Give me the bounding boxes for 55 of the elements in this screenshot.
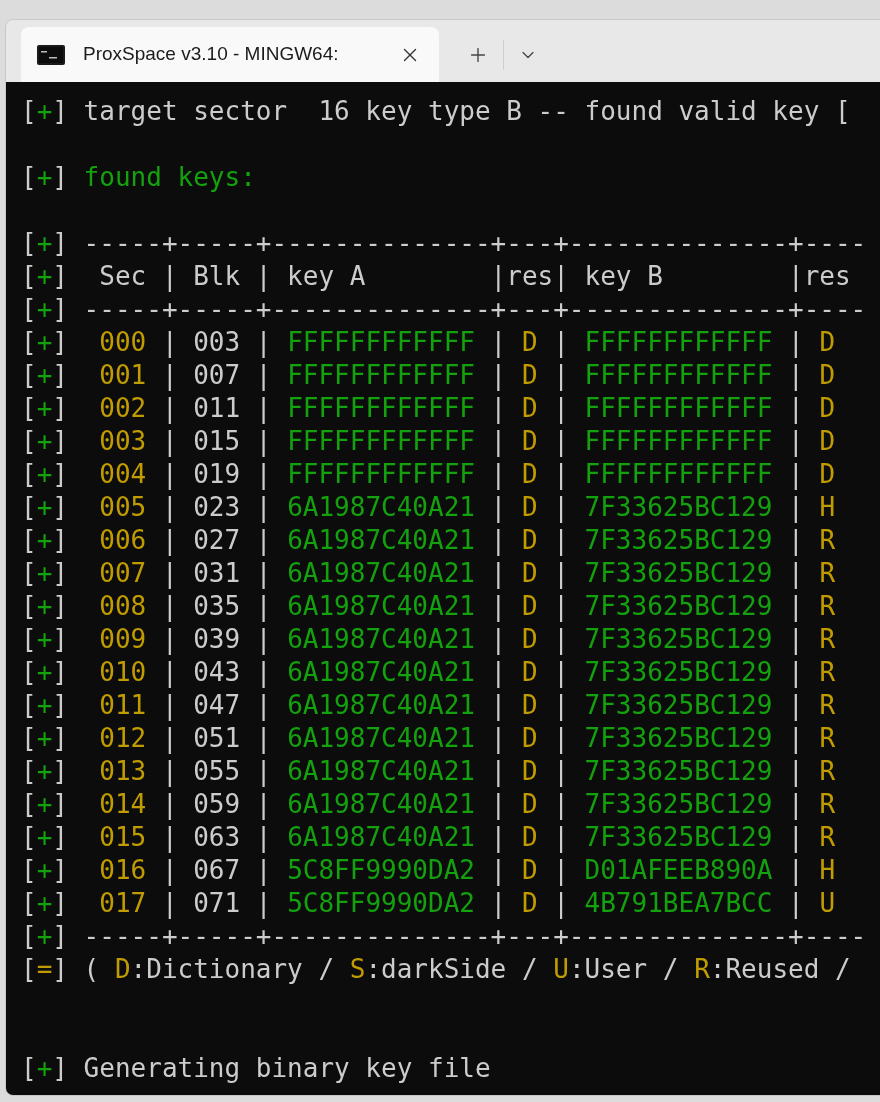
output-line: 013 | 055 | 6A1987C40A21 | D | 7F33625BC129 | R	[98, 755, 836, 788]
status-marker: [+]	[21, 656, 68, 689]
output-line: target sector 16 key type B -- found valid key [	[83, 95, 851, 128]
status-marker: [+]	[21, 359, 68, 392]
status-marker: [+]	[21, 887, 68, 920]
status-marker: [+]	[21, 326, 68, 359]
output-line: 016 | 067 | 5C8FF9990DA2 | D | D01AFEEB890A | H	[98, 854, 836, 887]
status-marker: [+]	[21, 854, 68, 887]
output-line: found keys:	[83, 161, 256, 194]
status-marker: [+]	[21, 722, 68, 755]
status-marker: [=]	[21, 953, 68, 986]
output-line: 008 | 035 | 6A1987C40A21 | D | 7F33625BC129 | R	[98, 590, 836, 623]
status-marker: [+]	[21, 821, 68, 854]
output-line: 010 | 043 | 6A1987C40A21 | D | 7F33625BC129 | R	[98, 656, 836, 689]
status-marker: [+]	[21, 590, 68, 623]
output-line: 002 | 011 | FFFFFFFFFFFF | D | FFFFFFFFFFFF | D	[98, 392, 836, 425]
status-marker: [+]	[21, 293, 68, 326]
output-line: -----+-----+--------------+---+--------------+----	[83, 920, 867, 953]
output-line: 009 | 039 | 6A1987C40A21 | D | 7F33625BC129 | R	[98, 623, 836, 656]
output-line: 004 | 019 | FFFFFFFFFFFF | D | FFFFFFFFFFFF | D	[98, 458, 836, 491]
status-marker: [+]	[21, 920, 68, 953]
output-line: 014 | 059 | 6A1987C40A21 | D | 7F33625BC129 | R	[98, 788, 836, 821]
status-marker: [+]	[21, 491, 68, 524]
output-line: 003 | 015 | FFFFFFFFFFFF | D | FFFFFFFFFFFF | D	[98, 425, 836, 458]
output-line: 000 | 003 | FFFFFFFFFFFF | D | FFFFFFFFFFFF | D	[98, 326, 836, 359]
status-marker: [+]	[21, 227, 68, 260]
status-marker: [+]	[21, 260, 68, 293]
output-line: 015 | 063 | 6A1987C40A21 | D | 7F33625BC129 | R	[98, 821, 836, 854]
output-line: Sec | Blk | key A |res| key B |res	[98, 260, 851, 293]
output-line: 006 | 027 | 6A1987C40A21 | D | 7F33625BC129 | R	[98, 524, 836, 557]
output-line: 007 | 031 | 6A1987C40A21 | D | 7F33625BC129 | R	[98, 557, 836, 590]
output-line: 012 | 051 | 6A1987C40A21 | D | 7F33625BC129 | R	[98, 722, 836, 755]
terminal-icon	[37, 44, 65, 65]
output-line: 011 | 047 | 6A1987C40A21 | D | 7F33625BC129 | R	[98, 689, 836, 722]
status-marker: [+]	[21, 392, 68, 425]
status-marker: [+]	[21, 161, 68, 194]
status-marker: [+]	[21, 557, 68, 590]
output-line: -----+-----+--------------+---+--------------+----	[83, 293, 867, 326]
output-line: -----+-----+--------------+---+--------------+----	[83, 227, 867, 260]
tab-title: ProxSpace v3.10 - MINGW64:	[83, 42, 339, 67]
status-marker: [+]	[21, 623, 68, 656]
output-line: Generating binary key file	[83, 1052, 491, 1085]
status-marker: [+]	[21, 788, 68, 821]
status-marker: [+]	[21, 689, 68, 722]
output-line: ( D:Dictionary / S:darkSide / U:User / R:Reused /	[83, 953, 851, 986]
output-line: 017 | 071 | 5C8FF9990DA2 | D | 4B791BEA7BCC | U	[98, 887, 836, 920]
status-marker: [+]	[21, 95, 68, 128]
status-marker: [+]	[21, 524, 68, 557]
terminal-tab[interactable]: ProxSpace v3.10 - MINGW64:	[21, 27, 439, 82]
output-line: 001 | 007 | FFFFFFFFFFFF | D | FFFFFFFFFFFF | D	[98, 359, 836, 392]
output-line: 005 | 023 | 6A1987C40A21 | D | 7F33625BC129 | H	[98, 491, 836, 524]
status-marker: [+]	[21, 425, 68, 458]
status-marker: [+]	[21, 458, 68, 491]
status-marker: [+]	[21, 1052, 68, 1085]
status-marker: [+]	[21, 755, 68, 788]
